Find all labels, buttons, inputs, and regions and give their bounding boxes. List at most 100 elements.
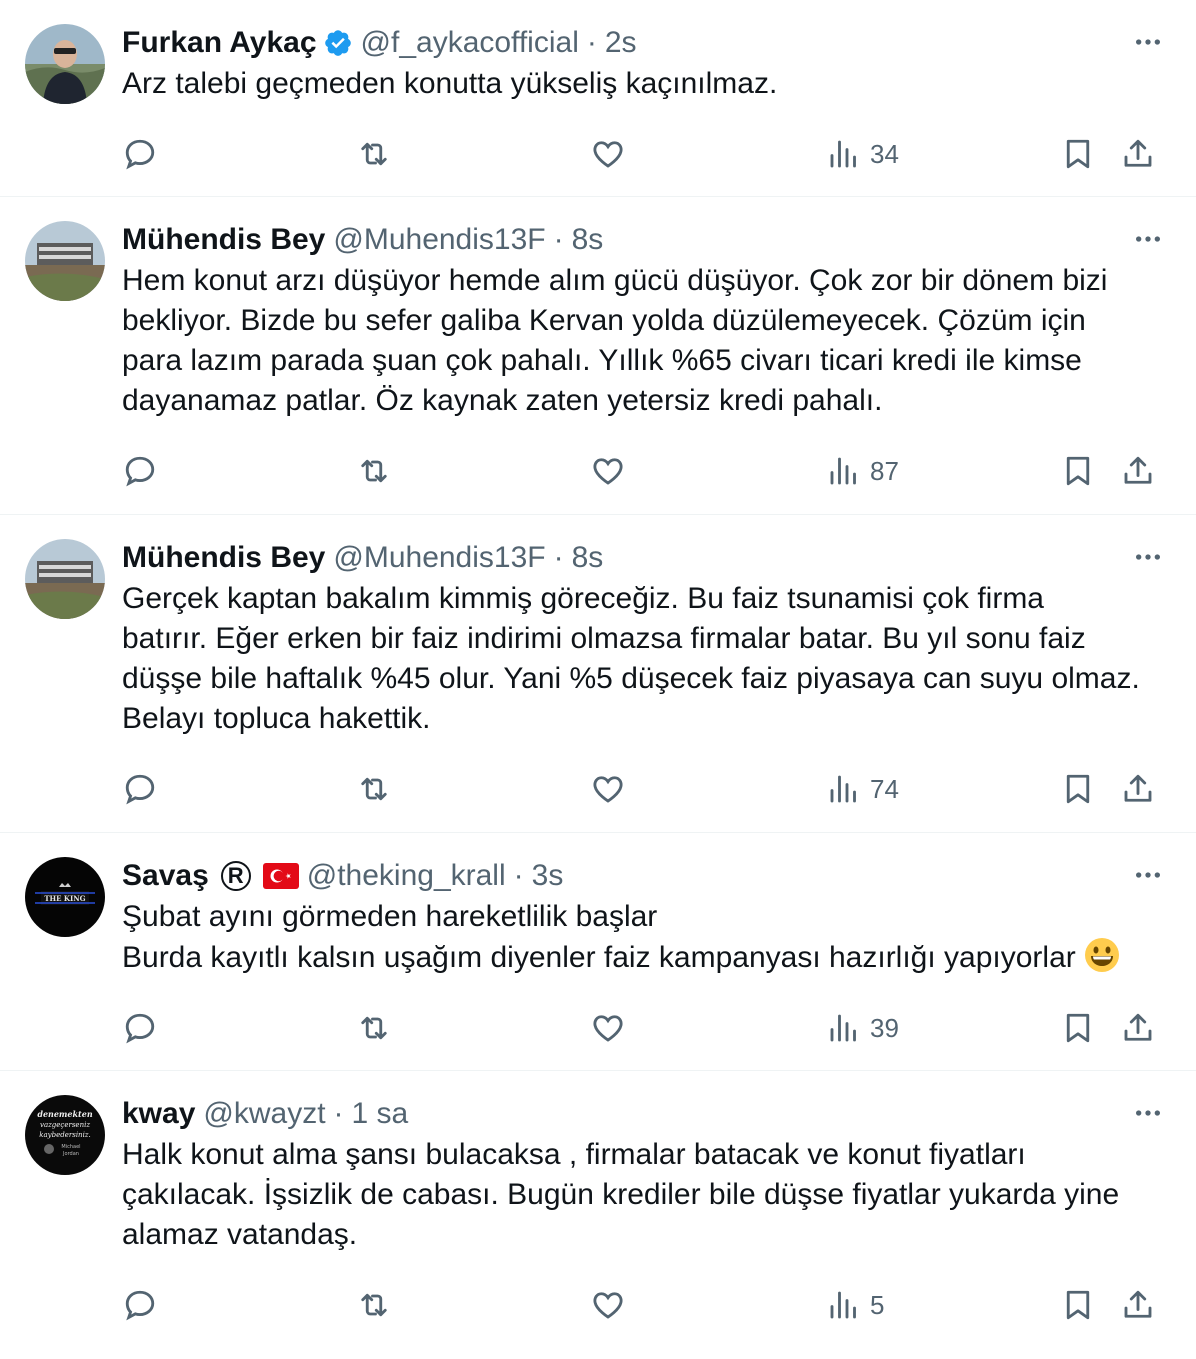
- more-options-icon[interactable]: [1130, 221, 1166, 257]
- views-button[interactable]: 74: [826, 769, 899, 809]
- views-button[interactable]: 39: [826, 1008, 899, 1048]
- like-button[interactable]: [590, 769, 626, 809]
- avatar[interactable]: denemekten vazgeçerseniz kaybedersiniz. …: [25, 1095, 105, 1175]
- timestamp[interactable]: 2s: [605, 22, 637, 64]
- share-button[interactable]: [1120, 134, 1156, 174]
- user-handle[interactable]: @Muhendis13F: [333, 219, 545, 261]
- tweet[interactable]: THE KING Savaş R @theking_krall · 3s Şub…: [0, 833, 1196, 1071]
- more-options-icon[interactable]: [1130, 24, 1166, 60]
- retweet-button[interactable]: [356, 134, 392, 174]
- tweet[interactable]: Mühendis Bey @Muhendis13F · 8s Hem konut…: [0, 197, 1196, 515]
- heart-icon: [593, 458, 623, 485]
- registered-mark: R: [220, 861, 251, 891]
- tweet-text: Şubat ayını görmeden hareketlilik başlar…: [122, 897, 1162, 978]
- tweet-text: Gerçek kaptan bakalım kimmiş göreceğiz. …: [122, 582, 1140, 735]
- reply-icon: [125, 456, 155, 487]
- view-count: 39: [870, 1012, 899, 1043]
- like-button[interactable]: [590, 134, 626, 174]
- retweet-button[interactable]: [356, 1285, 392, 1325]
- views-button[interactable]: 5: [826, 1285, 884, 1325]
- reply-icon: [125, 774, 155, 805]
- user-handle[interactable]: @f_aykacofficial: [361, 22, 579, 64]
- separator-dot: ·: [553, 541, 564, 574]
- share-icon: [1124, 774, 1152, 802]
- display-name[interactable]: Mühendis Bey: [122, 219, 325, 261]
- view-count: 87: [870, 455, 899, 486]
- tweet[interactable]: denemekten vazgeçerseniz kaybedersiniz. …: [0, 1071, 1196, 1348]
- bookmark-button[interactable]: [1060, 1285, 1096, 1325]
- view-count: 5: [870, 1289, 885, 1320]
- retweet-button[interactable]: [356, 451, 392, 491]
- retweet-button[interactable]: [356, 1008, 392, 1048]
- reply-button[interactable]: [122, 1008, 158, 1048]
- bookmark-icon: [1066, 456, 1090, 486]
- heart-icon: [593, 1292, 623, 1319]
- timestamp[interactable]: 8s: [572, 537, 604, 579]
- share-button[interactable]: [1120, 1285, 1156, 1325]
- display-name[interactable]: Furkan Aykaç: [122, 22, 317, 64]
- reply-icon: [125, 1290, 155, 1321]
- tweet-header: Savaş R @theking_krall · 3s: [122, 855, 1156, 897]
- tweet-actions: 39: [122, 978, 1156, 1082]
- timestamp[interactable]: 1 sa: [352, 1093, 409, 1135]
- retweet-icon: [361, 459, 387, 483]
- separator-dot: ·: [586, 26, 597, 59]
- bookmark-icon: [1066, 1013, 1090, 1043]
- share-button[interactable]: [1120, 1008, 1156, 1048]
- bookmark-button[interactable]: [1060, 134, 1096, 174]
- user-handle[interactable]: @Muhendis13F: [333, 537, 545, 579]
- avatar[interactable]: [25, 221, 105, 301]
- user-handle[interactable]: @kwayzt: [203, 1093, 325, 1135]
- tweet-header: kway @kwayzt · 1 sa: [122, 1093, 1156, 1135]
- analytics-icon: [830, 457, 856, 485]
- tweet-actions: 87: [122, 421, 1156, 525]
- timestamp[interactable]: 3s: [532, 855, 564, 897]
- avatar-text: kaybedersiniz.: [39, 1131, 90, 1139]
- bookmark-button[interactable]: [1060, 451, 1096, 491]
- display-name[interactable]: Mühendis Bey: [122, 537, 325, 579]
- avatar[interactable]: THE KING: [25, 857, 105, 937]
- reply-button[interactable]: [122, 134, 158, 174]
- share-icon: [1124, 139, 1152, 167]
- like-button[interactable]: [590, 1285, 626, 1325]
- views-button[interactable]: 34: [826, 134, 899, 174]
- reply-button[interactable]: [122, 451, 158, 491]
- share-icon: [1124, 456, 1152, 484]
- retweet-icon: [361, 1293, 387, 1317]
- share-button[interactable]: [1120, 451, 1156, 491]
- bookmark-button[interactable]: [1060, 769, 1096, 809]
- more-options-icon[interactable]: [1130, 539, 1166, 575]
- bookmark-icon: [1066, 1290, 1090, 1320]
- avatar-text: Michael: [61, 1144, 80, 1150]
- like-button[interactable]: [590, 1008, 626, 1048]
- tweet-text: Halk konut alma şansı bulacaksa , firmal…: [122, 1138, 1120, 1251]
- more-options-icon[interactable]: [1130, 857, 1166, 893]
- more-options-icon[interactable]: [1130, 1095, 1166, 1131]
- view-count: 34: [870, 138, 899, 169]
- reply-icon: [125, 1013, 155, 1044]
- share-icon: [1124, 1013, 1152, 1041]
- reply-button[interactable]: [122, 769, 158, 809]
- tweet-text: Arz talebi geçmeden konutta yükseliş kaç…: [122, 67, 778, 100]
- share-button[interactable]: [1120, 769, 1156, 809]
- grinning-face-emoji-icon: [1084, 937, 1120, 973]
- heart-icon: [593, 141, 623, 168]
- bookmark-button[interactable]: [1060, 1008, 1096, 1048]
- retweet-button[interactable]: [356, 769, 392, 809]
- tweet-actions: 5: [122, 1255, 1156, 1359]
- avatar[interactable]: [25, 539, 105, 619]
- reply-button[interactable]: [122, 1285, 158, 1325]
- separator-dot: ·: [513, 859, 524, 892]
- tweet[interactable]: Furkan Aykaç @f_aykacofficial · 2s Arz t…: [0, 0, 1196, 197]
- display-name[interactable]: Savaş: [122, 855, 209, 897]
- verified-badge-icon: [323, 28, 353, 58]
- user-handle[interactable]: @theking_krall: [307, 855, 506, 897]
- like-button[interactable]: [590, 451, 626, 491]
- timestamp[interactable]: 8s: [572, 219, 604, 261]
- views-button[interactable]: 87: [826, 451, 899, 491]
- tweet[interactable]: Mühendis Bey @Muhendis13F · 8s Gerçek ka…: [0, 515, 1196, 833]
- bookmark-icon: [1066, 139, 1090, 169]
- avatar[interactable]: [25, 24, 105, 104]
- display-name[interactable]: kway: [122, 1093, 195, 1135]
- analytics-icon: [830, 140, 856, 168]
